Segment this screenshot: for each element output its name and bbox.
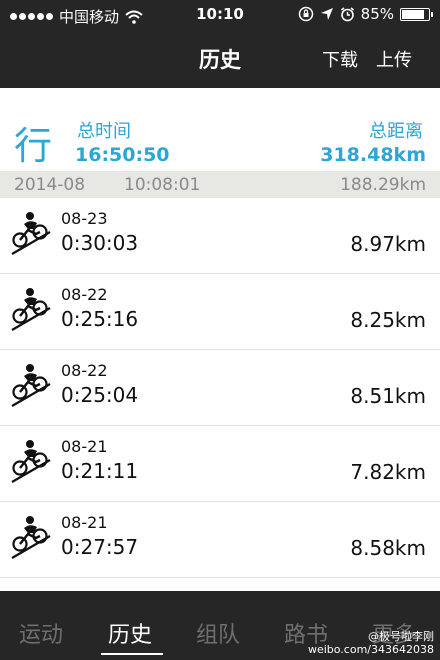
ride-date: 08-22: [61, 361, 108, 380]
total-distance-value: 318.48km: [320, 144, 426, 166]
tab-sport[interactable]: 运动: [19, 617, 63, 649]
active-tab-indicator: [101, 653, 163, 655]
battery-fill: [402, 9, 425, 19]
tab-bar: 运动 历史 组队 路书 更多 @极号啦李刚 weibo.com/34364203…: [0, 591, 440, 660]
ride-distance: 7.82km: [350, 460, 426, 484]
location-arrow-icon: [320, 8, 333, 20]
tab-history[interactable]: 历史: [108, 617, 152, 649]
nav-bar: 历史 下载 上传: [0, 30, 440, 88]
month-distance: 188.29km: [340, 175, 426, 195]
cycling-icon: [11, 364, 51, 407]
ride-row[interactable]: 08-23 0:30:03 8.97km: [0, 198, 440, 274]
ride-duration: 0:30:03: [61, 231, 139, 255]
ride-row[interactable]: 08-22 0:25:04 8.51km: [0, 350, 440, 426]
page-title: 历史: [199, 48, 241, 72]
battery-percent: 85%: [360, 5, 394, 23]
cycling-icon: [11, 212, 51, 255]
status-bar: 中国移动 10:10 85%: [0, 0, 440, 30]
ride-duration: 0:25:04: [61, 383, 139, 407]
ride-distance: 8.58km: [350, 536, 426, 560]
download-button[interactable]: 下载: [322, 46, 358, 72]
ride-row[interactable]: 08-21 0:21:11 7.82km: [0, 426, 440, 502]
cycling-icon: [11, 288, 51, 331]
watermark-handle: @极号啦李刚: [368, 630, 434, 643]
ride-date: 08-22: [61, 285, 108, 304]
ride-date: 08-21: [61, 513, 108, 532]
total-time-value: 16:50:50: [75, 144, 170, 166]
summary-panel: 行 总时间 16:50:50 总距离 318.48km: [0, 115, 440, 174]
month-label: 2014-08: [14, 175, 86, 195]
total-time-label: 总时间: [77, 121, 131, 142]
month-header: 2014-08 10:08:01 188.29km: [0, 171, 440, 198]
ride-date: 08-23: [61, 209, 108, 228]
upload-button[interactable]: 上传: [376, 46, 412, 72]
ride-distance: 8.97km: [350, 232, 426, 256]
alarm-icon: [340, 6, 354, 21]
ride-type-glyph: 行: [14, 124, 53, 168]
total-distance-label: 总距离: [369, 121, 423, 142]
ride-duration: 0:25:16: [61, 307, 139, 331]
ride-row[interactable]: 08-21 0:27:57 8.58km: [0, 502, 440, 578]
ride-row[interactable]: 08-22 0:25:16 8.25km: [0, 274, 440, 350]
ride-distance: 8.51km: [350, 384, 426, 408]
cycling-icon: [11, 516, 51, 559]
ride-duration: 0:27:57: [61, 535, 139, 559]
battery-icon: [400, 7, 433, 21]
cycling-icon: [11, 440, 51, 483]
ride-date: 08-21: [61, 437, 108, 456]
ride-duration: 0:21:11: [61, 459, 139, 483]
watermark-url: weibo.com/343642038: [307, 643, 434, 656]
status-right: 85%: [298, 5, 433, 23]
ride-distance: 8.25km: [350, 308, 426, 332]
tab-team[interactable]: 组队: [196, 617, 240, 649]
month-duration: 10:08:01: [124, 175, 201, 195]
lock-rotation-icon: [298, 6, 313, 22]
